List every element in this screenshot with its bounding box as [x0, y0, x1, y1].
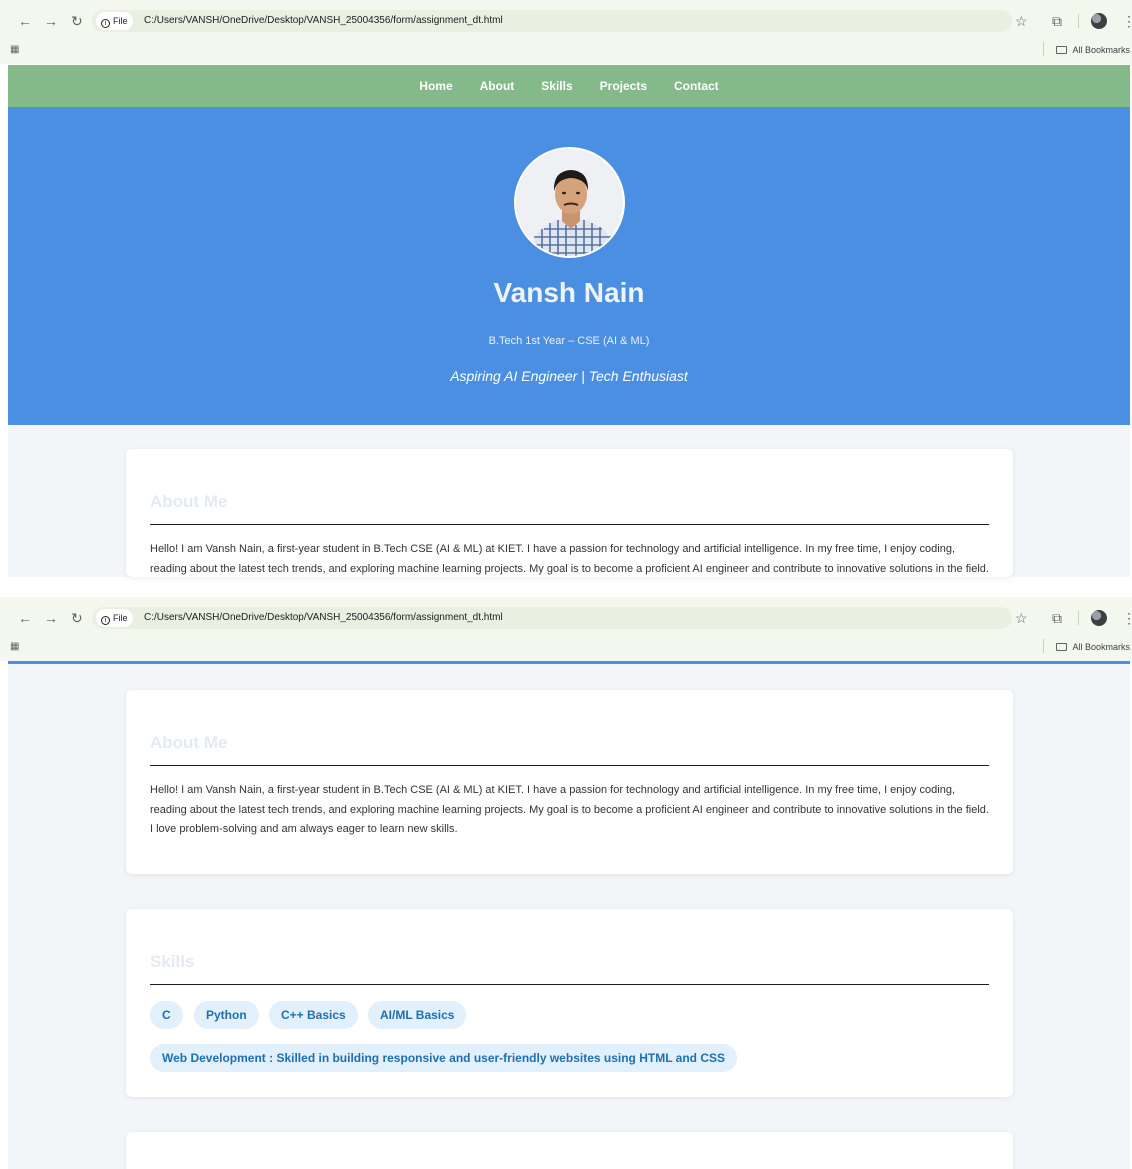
skills-card: Skills C Python C++ Basics AI/ML Basics …	[126, 909, 1013, 1097]
address-bar[interactable]: i File C:/Users/VANSH/OneDrive/Desktop/VA…	[92, 607, 1012, 629]
apps-grid-icon[interactable]: ▦	[10, 641, 19, 653]
about-card: About Me Hello! I am Vansh Nain, a first…	[126, 690, 1013, 874]
chip-label: File	[113, 16, 128, 26]
nav-link-home[interactable]: Home	[419, 79, 452, 93]
skill-pill-web-development: Web Development : Skilled in building re…	[150, 1044, 737, 1072]
back-icon[interactable]: ←	[18, 609, 32, 627]
forward-icon[interactable]: →	[44, 609, 58, 627]
forward-icon[interactable]: →	[44, 12, 58, 30]
about-divider	[150, 765, 989, 766]
all-bookmarks-button[interactable]: All Bookmarks	[1056, 641, 1130, 653]
url-text[interactable]: C:/Users/VANSH/OneDrive/Desktop/VANSH_25…	[144, 607, 503, 629]
reload-icon[interactable]: ↻	[71, 12, 83, 30]
skills-heading: Skills	[150, 952, 195, 971]
folder-icon	[1056, 643, 1068, 651]
skill-pill-c: C	[150, 1001, 183, 1029]
nav-link-contact[interactable]: Contact	[674, 79, 719, 93]
bookmarks-label: All Bookmarks	[1072, 642, 1130, 652]
bookmarks-divider	[1043, 42, 1044, 56]
browser-chrome: ← → ↻ i File C:/Users/VANSH/OneDrive/Desk…	[0, 0, 1132, 64]
site-navbar: Home About Skills Projects Contact	[8, 65, 1130, 107]
skill-pill-python: Python	[194, 1001, 259, 1029]
hero-degree: B.Tech 1st Year – CSE (AI & ML)	[488, 335, 650, 347]
hero-section: Vansh Nain B.Tech 1st Year – CSE (AI & M…	[8, 107, 1130, 425]
skills-divider	[150, 984, 989, 985]
menu-kebab-icon[interactable]: ⋮	[1122, 609, 1132, 627]
address-bar[interactable]: i File C:/Users/VANSH/OneDrive/Desktop/VA…	[92, 10, 1012, 32]
about-heading: About Me	[150, 492, 228, 511]
info-icon: i	[101, 616, 110, 625]
about-text: Hello! I am Vansh Nain, a first-year stu…	[150, 543, 989, 575]
profile-avatar-icon[interactable]	[1091, 13, 1107, 29]
folder-icon	[1056, 46, 1068, 54]
nav-link-about[interactable]: About	[480, 79, 515, 93]
nav-link-skills[interactable]: Skills	[541, 79, 572, 93]
star-icon[interactable]: ☆	[1015, 12, 1028, 30]
hero-name: Vansh Nain	[493, 277, 645, 308]
menu-kebab-icon[interactable]: ⋮	[1122, 12, 1132, 30]
browser-toolbar: ← → ↻ i File C:/Users/VANSH/OneDrive/Desk…	[0, 0, 1132, 42]
about-card: About Me Hello! I am Vansh Nain, a first…	[126, 449, 1013, 577]
star-icon[interactable]: ☆	[1015, 609, 1028, 627]
chip-label: File	[113, 613, 128, 623]
nav-link-projects[interactable]: Projects	[600, 79, 647, 93]
apps-grid-icon[interactable]: ▦	[10, 44, 19, 56]
profile-photo	[514, 147, 625, 258]
site-info-chip[interactable]: i File	[96, 12, 133, 30]
skill-pill-aiml: AI/ML Basics	[368, 1001, 467, 1029]
about-heading: About Me	[150, 733, 228, 752]
site-info-chip[interactable]: i File	[96, 609, 133, 627]
toolbar-divider	[1078, 611, 1079, 625]
next-section-card	[126, 1132, 1013, 1169]
extensions-icon[interactable]: ⧉	[1052, 609, 1062, 627]
profile-photo-image	[516, 149, 623, 256]
about-divider	[150, 524, 989, 525]
back-icon[interactable]: ←	[18, 12, 32, 30]
extensions-icon[interactable]: ⧉	[1052, 12, 1062, 30]
skill-pill-cpp: C++ Basics	[269, 1001, 358, 1029]
toolbar-divider	[1078, 14, 1079, 28]
profile-avatar-icon[interactable]	[1091, 610, 1107, 626]
bookmarks-label: All Bookmarks	[1072, 45, 1130, 55]
url-text[interactable]: C:/Users/VANSH/OneDrive/Desktop/VANSH_25…	[144, 10, 503, 32]
all-bookmarks-button[interactable]: All Bookmarks	[1056, 44, 1130, 56]
info-icon: i	[101, 19, 110, 28]
about-text: Hello! I am Vansh Nain, a first-year stu…	[150, 784, 989, 835]
reload-icon[interactable]: ↻	[71, 609, 83, 627]
browser-chrome: ← → ↻ i File C:/Users/VANSH/OneDrive/Desk…	[0, 597, 1132, 661]
hero-tagline: Aspiring AI Engineer | Tech Enthusiast	[450, 368, 688, 384]
browser-toolbar: ← → ↻ i File C:/Users/VANSH/OneDrive/Desk…	[0, 597, 1132, 639]
bookmarks-divider	[1043, 639, 1044, 653]
